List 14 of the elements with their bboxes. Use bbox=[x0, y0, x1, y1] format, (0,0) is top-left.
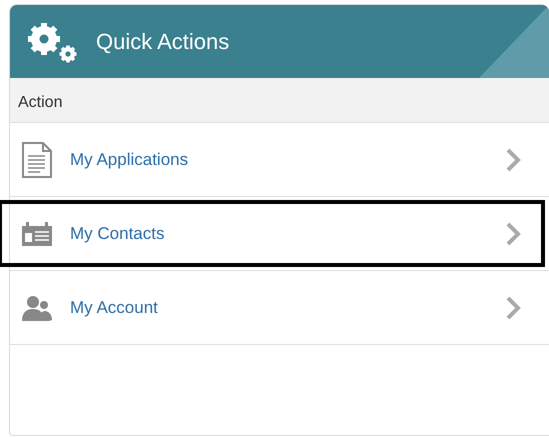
action-row[interactable]: My Account bbox=[10, 271, 549, 345]
column-header: Action bbox=[10, 78, 549, 123]
action-row[interactable]: My Contacts bbox=[10, 197, 549, 271]
people-icon bbox=[22, 294, 52, 320]
id-card-icon bbox=[22, 222, 52, 246]
action-label: My Applications bbox=[70, 148, 190, 171]
action-label: My Contacts bbox=[70, 222, 166, 245]
panel-title: Quick Actions bbox=[96, 28, 230, 56]
chevron-icon bbox=[505, 148, 521, 172]
chevron-icon bbox=[505, 296, 521, 320]
action-label: My Account bbox=[70, 296, 159, 319]
action-row[interactable]: My Applications bbox=[10, 123, 549, 197]
document-icon bbox=[22, 142, 52, 178]
chevron-icon bbox=[505, 222, 521, 246]
